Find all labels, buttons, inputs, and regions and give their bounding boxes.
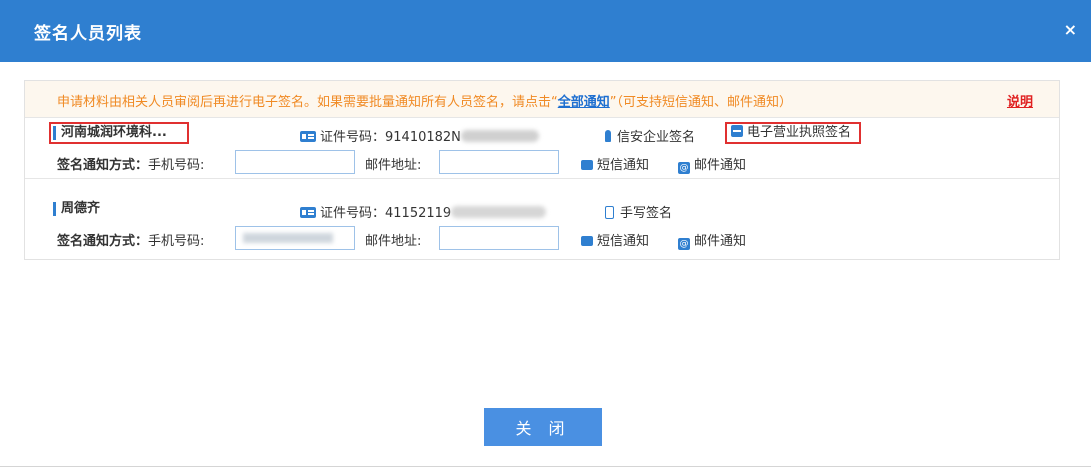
redacted-area [460,130,539,142]
phone-input[interactable] [235,150,355,174]
help-link[interactable]: 说明 [1007,91,1033,110]
phone-label: 手机号码: [148,158,205,173]
notify-row: 签名通知方式：手机号码: [57,154,204,173]
cert-info: 证件号码：41152119 [300,202,547,221]
person-row: 河南城润环境科... 证件号码：91410182N 信安企业签名 电子营业执照签… [25,118,1059,179]
notify-row: 签名通知方式：手机号码: [57,230,204,249]
notify-label: 签名通知方式： [57,158,149,173]
chat-icon [581,236,593,246]
id-card-icon [300,207,316,218]
email-input[interactable] [439,150,559,174]
dialog-title: 签名人员列表 [34,24,142,44]
cert-number: 91410182N [385,130,461,145]
email-notify-label: 邮件通知 [694,234,747,249]
email-label: 邮件地址: [365,158,422,173]
redacted-phone [243,233,333,243]
at-icon: @ [678,238,690,250]
sms-notify-label: 短信通知 [597,158,650,173]
at-icon: @ [678,162,690,174]
business-license-sign-button[interactable]: 电子营业执照签名 [725,122,862,144]
email-notify-label: 邮件通知 [694,158,747,173]
cert-label: 证件号码： [320,206,386,221]
close-icon[interactable]: × [1064,20,1077,39]
sms-notify-label: 短信通知 [597,234,650,249]
notice-text-before: 申请材料由相关人员审阅后再进行电子签名。如果需要批量通知所有人员签名，请点击“ [57,95,558,110]
cert-info: 证件号码：91410182N [300,126,539,145]
license-icon [731,125,743,137]
cert-label: 证件号码： [320,130,386,145]
divider [0,466,1091,467]
redacted-area [451,206,547,218]
email-input[interactable] [439,226,559,250]
person-list-panel: 申请材料由相关人员审阅后再进行电子签名。如果需要批量通知所有人员签名，请点击“全… [24,80,1060,260]
notify-label: 签名通知方式： [57,234,149,249]
person-name: 河南城润环境科... [53,126,167,140]
cert-number: 41152119 [385,206,452,221]
mobile-icon [605,206,614,219]
sign-type: 手写签名 [605,202,672,221]
person-icon [605,130,611,142]
email-label: 邮件地址: [365,234,422,249]
notice-bar: 申请材料由相关人员审阅后再进行电子签名。如果需要批量通知所有人员签名，请点击“全… [25,81,1059,118]
sign-type-label: 手写签名 [620,206,673,221]
dialog-titlebar: 签名人员列表 × [0,0,1091,62]
sign-type-label: 信安企业签名 [617,130,696,145]
person-row: 周德齐 证件号码：41152119 手写签名 签名通知方式：手机号码: 邮件地址… [25,194,1059,254]
notice-text-after: ”（可支持短信通知、邮件通知） [609,95,793,110]
close-button[interactable]: 关 闭 [484,408,602,446]
sign-type: 信安企业签名 [605,126,695,145]
sms-notify-button[interactable]: 短信通知 [581,230,649,249]
email-notify-button[interactable]: @ 邮件通知 [678,154,746,174]
notify-all-link[interactable]: 全部通知 [558,95,610,110]
person-name: 周德齐 [53,202,100,216]
email-notify-button[interactable]: @ 邮件通知 [678,230,746,250]
sign-person-dialog: 签名人员列表 × 申请材料由相关人员审阅后再进行电子签名。如果需要批量通知所有人… [0,0,1091,472]
business-license-sign-label: 电子营业执照签名 [747,125,852,140]
notice-text: 申请材料由相关人员审阅后再进行电子签名。如果需要批量通知所有人员签名，请点击“全… [57,91,792,110]
phone-label: 手机号码: [148,234,205,249]
id-card-icon [300,131,316,142]
chat-icon [581,160,593,170]
sms-notify-button[interactable]: 短信通知 [581,154,649,173]
